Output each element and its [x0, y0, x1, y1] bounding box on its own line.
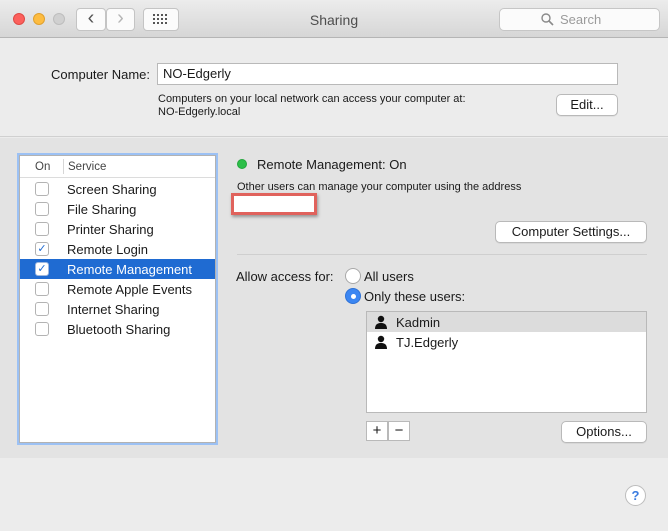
- options-button[interactable]: Options...: [561, 421, 647, 443]
- service-checkbox[interactable]: [35, 302, 49, 316]
- service-checkbox[interactable]: ✓: [35, 242, 49, 256]
- service-row-bluetooth-sharing[interactable]: Bluetooth Sharing: [20, 319, 215, 339]
- service-checkbox[interactable]: [35, 282, 49, 296]
- redacted-address: [231, 193, 317, 215]
- users-list[interactable]: Kadmin TJ.Edgerly: [366, 311, 647, 413]
- radio-all-users-label[interactable]: All users: [364, 269, 414, 284]
- service-label: Screen Sharing: [67, 182, 157, 197]
- computer-name-label: Computer Name:: [51, 67, 150, 82]
- service-label: Remote Management: [67, 262, 193, 277]
- remove-user-button[interactable]: −: [388, 421, 410, 441]
- column-separator: [63, 159, 64, 174]
- search-icon: [541, 13, 554, 26]
- section-divider: [237, 254, 647, 255]
- checkmark-icon: ✓: [37, 243, 47, 255]
- service-label: Remote Apple Events: [67, 282, 193, 297]
- computer-name-field[interactable]: NO-Edgerly: [157, 63, 618, 85]
- local-hostname: NO-Edgerly.local: [158, 106, 241, 118]
- user-row-tj-edgerly[interactable]: TJ.Edgerly: [367, 332, 646, 352]
- service-row-internet-sharing[interactable]: Internet Sharing: [20, 299, 215, 319]
- service-row-screen-sharing[interactable]: Screen Sharing: [20, 179, 215, 199]
- service-label: Remote Login: [67, 242, 148, 257]
- service-checkbox[interactable]: [35, 202, 49, 216]
- service-label: File Sharing: [67, 202, 137, 217]
- computer-name-section: [0, 38, 668, 137]
- service-row-remote-login[interactable]: ✓ Remote Login: [20, 239, 215, 259]
- service-list-header: On Service: [20, 156, 215, 178]
- column-header-service[interactable]: Service: [68, 161, 106, 173]
- service-checkbox[interactable]: ✓: [35, 262, 49, 276]
- checkmark-icon: ✓: [37, 263, 47, 275]
- service-label: Internet Sharing: [67, 302, 160, 317]
- user-icon: [375, 315, 387, 329]
- service-row-file-sharing[interactable]: File Sharing: [20, 199, 215, 219]
- service-label: Bluetooth Sharing: [67, 322, 171, 337]
- user-name: TJ.Edgerly: [396, 335, 459, 350]
- help-button[interactable]: ?: [625, 485, 646, 506]
- service-checkbox[interactable]: [35, 222, 49, 236]
- service-row-printer-sharing[interactable]: Printer Sharing: [20, 219, 215, 239]
- search-field[interactable]: Search: [499, 8, 660, 31]
- service-label: Printer Sharing: [67, 222, 154, 237]
- allow-access-label: Allow access for:: [236, 269, 334, 284]
- radio-all-users[interactable]: [345, 268, 361, 284]
- column-header-on[interactable]: On: [35, 161, 50, 173]
- radio-only-these-users[interactable]: [345, 288, 361, 304]
- computer-settings-button[interactable]: Computer Settings...: [495, 221, 647, 243]
- user-icon: [375, 335, 387, 349]
- service-row-remote-management[interactable]: ✓ Remote Management: [20, 259, 215, 279]
- service-status: Remote Management: On: [257, 157, 407, 172]
- service-description: Other users can manage your computer usi…: [237, 181, 522, 193]
- add-user-button[interactable]: +: [366, 421, 388, 441]
- local-network-info: Computers on your local network can acce…: [158, 93, 466, 105]
- edit-hostname-button[interactable]: Edit...: [556, 94, 618, 116]
- service-checkbox[interactable]: [35, 182, 49, 196]
- status-indicator-icon: [237, 159, 247, 169]
- service-list[interactable]: On Service Screen Sharing File Sharing P…: [19, 155, 216, 443]
- service-row-remote-apple-events[interactable]: Remote Apple Events: [20, 279, 215, 299]
- service-checkbox[interactable]: [35, 322, 49, 336]
- search-placeholder: Search: [560, 12, 602, 27]
- user-name: Kadmin: [396, 315, 441, 330]
- user-row-kadmin[interactable]: Kadmin: [367, 312, 646, 332]
- radio-only-these-users-label[interactable]: Only these users:: [364, 289, 465, 304]
